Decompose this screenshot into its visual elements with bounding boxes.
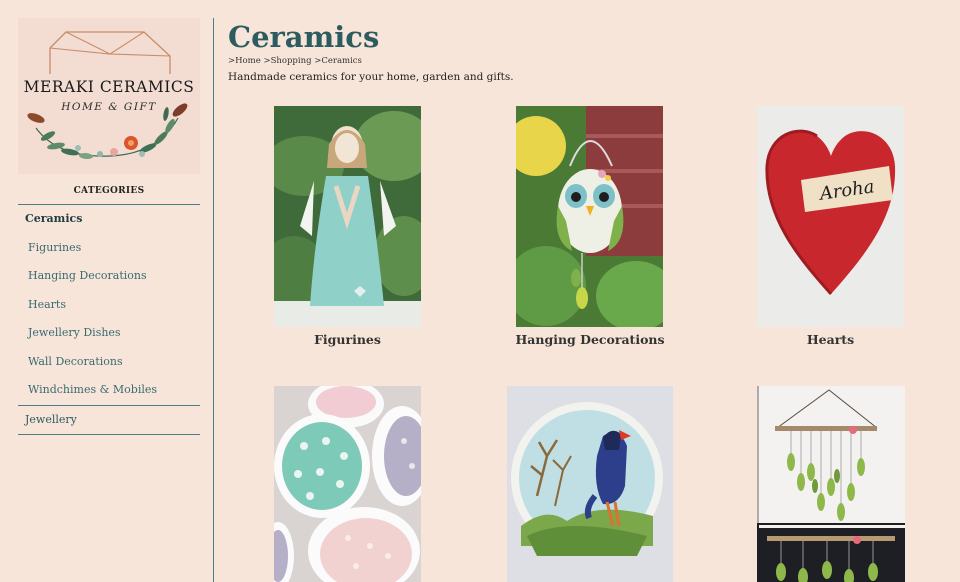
bird-wall-plate-image[interactable] <box>507 386 673 582</box>
product-label[interactable]: Hearts <box>757 332 904 347</box>
breadcrumb: >Home >Shopping >Ceramics <box>228 56 940 67</box>
sidebar-item-wall-decorations[interactable]: Wall Decorations <box>18 348 200 377</box>
brand-tagline: HOME & GIFT <box>61 101 157 113</box>
aroha-heart-image[interactable]: Aroha <box>757 106 904 327</box>
breadcrumb-shopping[interactable]: >Shopping <box>263 56 311 66</box>
categories-heading: CATEGORIES <box>73 186 145 196</box>
angel-figurine-image[interactable] <box>274 106 421 327</box>
brand-name: MERAKI CERAMICS <box>23 78 195 96</box>
breadcrumb-home[interactable]: >Home <box>228 56 261 66</box>
brand-logo[interactable]: MERAKI CERAMICS HOME & GIFT <box>18 18 200 174</box>
spotted-dishes-image[interactable] <box>274 386 421 582</box>
page-description: Handmade ceramics for your home, garden … <box>228 71 514 83</box>
sidebar-item-hearts[interactable]: Hearts <box>18 291 200 320</box>
sidebar-item-figurines[interactable]: Figurines <box>18 234 200 263</box>
product-label[interactable]: Figurines <box>274 332 421 347</box>
logo-graphic <box>27 31 188 160</box>
owl-hanging-decoration-image[interactable] <box>516 106 663 327</box>
category-nav: Ceramics Figurines Hanging Decorations H… <box>18 205 200 405</box>
sidebar-item-hanging-decorations[interactable]: Hanging Decorations <box>18 262 200 291</box>
page-title: Ceramics <box>228 20 380 54</box>
main-content: Ceramics >Home >Shopping >Ceramics Handm… <box>228 18 940 84</box>
vertical-divider <box>213 18 214 582</box>
product-label[interactable]: Hanging Decorations <box>500 332 680 347</box>
sidebar-item-ceramics[interactable]: Ceramics <box>18 205 200 234</box>
sidebar-item-jewellery[interactable]: Jewellery <box>18 406 200 435</box>
breadcrumb-ceramics[interactable]: >Ceramics <box>314 56 362 66</box>
sidebar-item-windchimes-mobiles[interactable]: Windchimes & Mobiles <box>18 376 200 405</box>
sidebar-item-jewellery-dishes[interactable]: Jewellery Dishes <box>18 319 200 348</box>
divider <box>18 434 200 435</box>
sidebar: MERAKI CERAMICS HOME & GIFT CATEGORIES C… <box>18 18 200 435</box>
leaf-windchime-image[interactable] <box>757 386 905 582</box>
